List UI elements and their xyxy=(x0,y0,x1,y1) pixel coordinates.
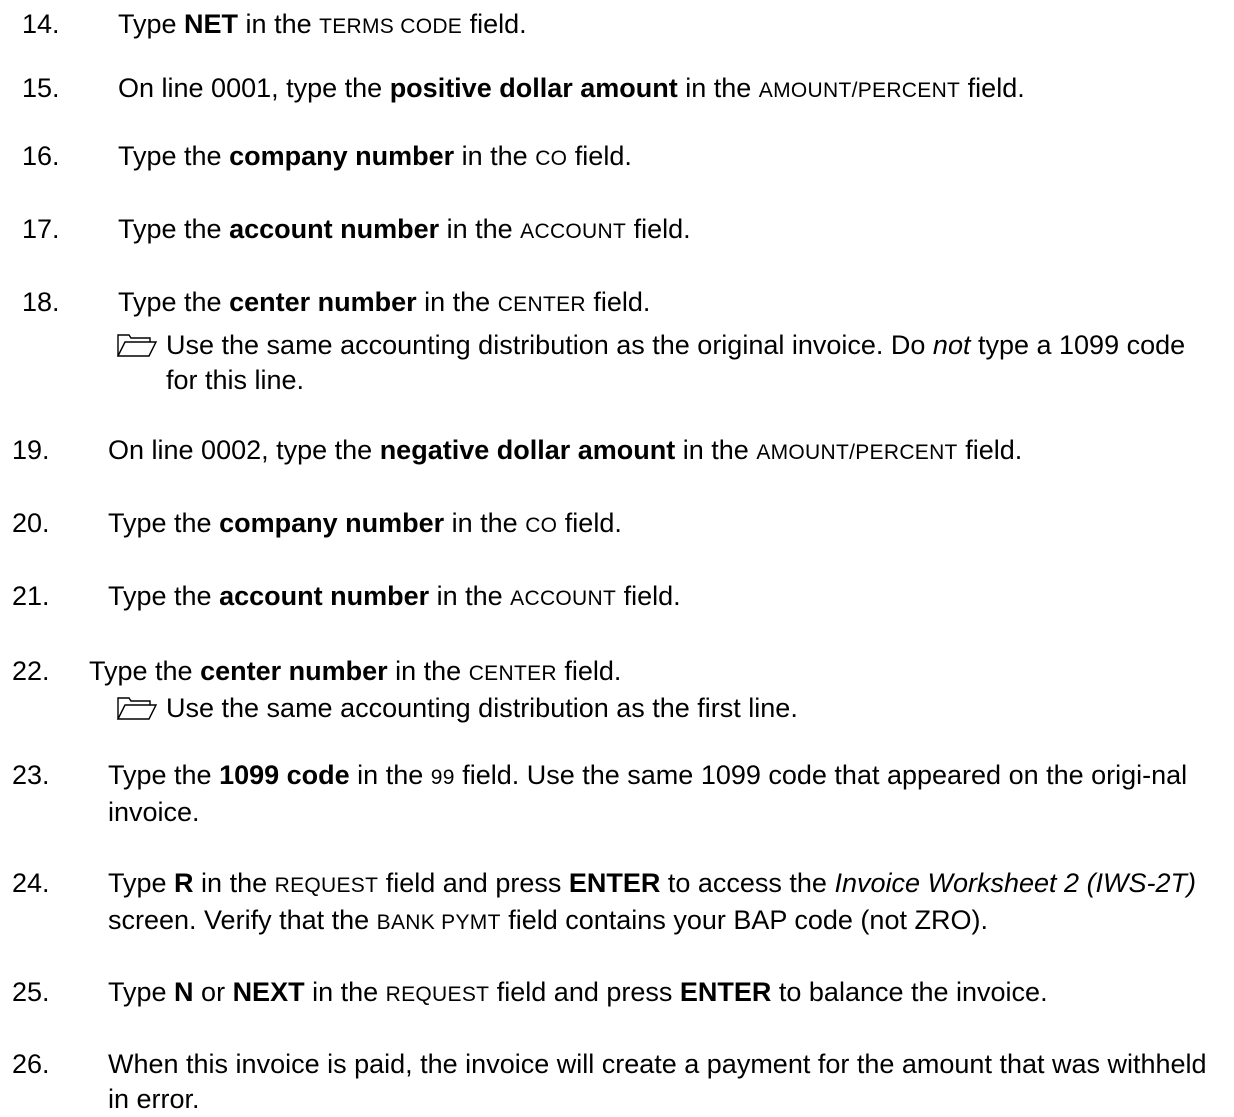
step-number: 19. xyxy=(12,435,50,465)
step-15: 15. On line 0001, type the positive doll… xyxy=(0,71,1220,108)
step-text: Type the account number in the ACCOUNT f… xyxy=(108,581,681,611)
step-16: 16. Type the company number in the CO fi… xyxy=(0,139,1220,176)
step-25: 25. Type N or NEXT in the REQUEST field … xyxy=(0,975,1220,1012)
step-21: 21. Type the account number in the ACCOU… xyxy=(0,579,1220,616)
step-26: 26. When this invoice is paid, the invoi… xyxy=(0,1047,1220,1117)
step-number: 17. xyxy=(22,214,60,244)
step-number: 22. xyxy=(12,656,50,686)
step-note: Use the same accounting distribution as … xyxy=(116,328,1220,398)
step-number: 18. xyxy=(22,287,60,317)
step-number: 24. xyxy=(12,868,50,898)
step-text: Type the center number in the CENTER fie… xyxy=(118,287,651,317)
step-20: 20. Type the company number in the CO fi… xyxy=(0,506,1220,543)
step-24: 24. Type R in the REQUEST field and pres… xyxy=(0,866,1220,940)
step-text: Type the center number in the CENTER fie… xyxy=(89,656,622,686)
step-number: 14. xyxy=(22,9,60,39)
step-text: Type NET in the TERMS CODE field. xyxy=(118,9,527,39)
step-number: 15. xyxy=(22,73,60,103)
step-text: Type R in the REQUEST field and press EN… xyxy=(108,868,1197,935)
step-text: Type the company number in the CO field. xyxy=(118,141,632,171)
folder-icon xyxy=(116,334,158,357)
step-text: Type N or NEXT in the REQUEST field and … xyxy=(108,977,1048,1007)
step-text: Type the company number in the CO field. xyxy=(108,508,622,538)
step-number: 23. xyxy=(12,760,50,790)
step-text: Type the 1099 code in the 99 field. Use … xyxy=(108,760,1188,827)
step-18: 18. Type the center number in the CENTER… xyxy=(0,285,1220,398)
step-text: Type the account number in the ACCOUNT f… xyxy=(118,214,691,244)
step-23: 23. Type the 1099 code in the 99 field. … xyxy=(0,758,1220,830)
step-17: 17. Type the account number in the ACCOU… xyxy=(0,212,1220,249)
step-number: 21. xyxy=(12,581,50,611)
step-19: 19. On line 0002, type the negative doll… xyxy=(0,433,1220,470)
folder-icon xyxy=(116,697,158,720)
step-text: When this invoice is paid, the invoice w… xyxy=(108,1049,1207,1114)
step-number: 25. xyxy=(12,977,50,1007)
step-text: On line 0001, type the positive dollar a… xyxy=(118,73,1025,103)
step-number: 20. xyxy=(12,508,50,538)
step-22: 22. Type the center number in the CENTER… xyxy=(0,654,1220,726)
step-note: Use the same accounting distribution as … xyxy=(116,691,1220,726)
step-number: 16. xyxy=(22,141,60,171)
step-14: 14. Type NET in the TERMS CODE field. xyxy=(0,7,1220,44)
step-number: 26. xyxy=(12,1049,50,1079)
step-text: On line 0002, type the negative dollar a… xyxy=(108,435,1023,465)
